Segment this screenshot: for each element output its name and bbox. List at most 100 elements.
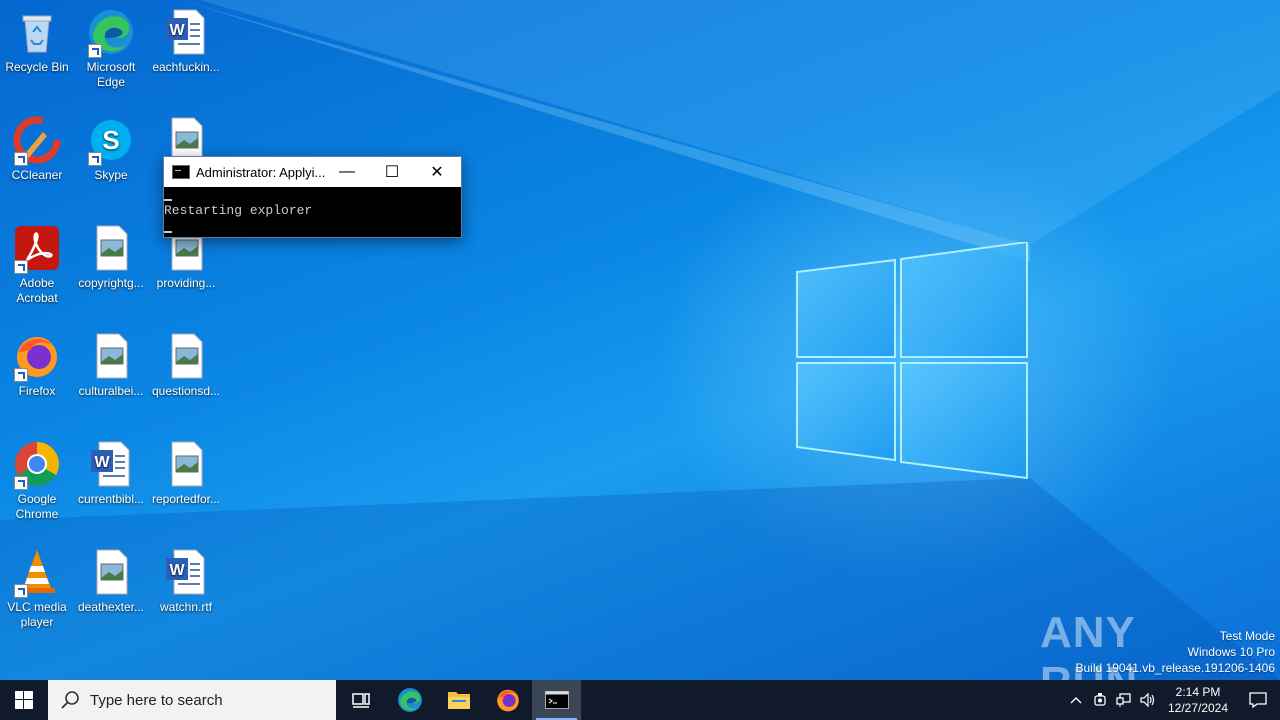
icon-label: reportedfor... <box>151 492 221 506</box>
windows-watermark: Test Mode Windows 10 Pro Build 19041.vb_… <box>1076 628 1276 676</box>
desktop-icon-firefox[interactable]: Firefox <box>0 332 74 399</box>
taskbar-cmd[interactable] <box>532 680 581 720</box>
windows-logo-wallpaper <box>796 242 1028 480</box>
shortcut-arrow-icon <box>14 584 28 598</box>
desktop-icon-adobe-acrobat[interactable]: Adobe Acrobat <box>0 224 74 306</box>
task-view-button[interactable] <box>336 680 385 720</box>
desktop-icon-vlc[interactable]: VLC media player <box>0 548 74 630</box>
clock-time: 2:14 PM <box>1175 685 1221 699</box>
watermark-test-mode: Test Mode <box>1219 629 1275 643</box>
console-cursor <box>164 199 172 201</box>
shortcut-arrow-icon <box>14 152 28 166</box>
shortcut-arrow-icon <box>14 476 28 490</box>
close-button[interactable]: ✕ <box>414 157 460 187</box>
image-file-icon <box>162 440 210 488</box>
icon-label: questionsd... <box>151 384 221 398</box>
windows-start-icon <box>15 691 33 709</box>
tray-app-icon <box>1094 693 1106 706</box>
desktop-icon-image-file[interactable]: copyrightg... <box>74 224 148 291</box>
icon-label: watchn.rtf <box>159 600 213 614</box>
console-icon <box>544 691 569 709</box>
search-placeholder: Type here to search <box>90 691 223 709</box>
image-file-icon <box>87 332 135 380</box>
edge-icon <box>87 8 135 58</box>
shortcut-arrow-icon <box>88 44 102 58</box>
svg-text:W: W <box>169 22 185 39</box>
recycle-bin-icon <box>13 8 61 56</box>
icon-label: Microsoft Edge <box>86 60 136 89</box>
icon-label: Skype <box>94 168 128 182</box>
watermark-build: Build 19041.vb_release.191206-1406 <box>1075 661 1276 675</box>
desktop-icon-image-file[interactable]: culturalbei... <box>74 332 148 399</box>
taskbar-file-explorer[interactable] <box>434 680 483 720</box>
word-document-icon: W <box>162 548 210 596</box>
taskbar-firefox[interactable] <box>483 680 532 720</box>
desktop-background: Recycle Bin CCleaner Adobe Acrobat Firef… <box>0 0 1280 680</box>
firefox-icon <box>496 689 519 712</box>
minimize-button[interactable]: — <box>324 157 370 187</box>
notification-icon <box>1249 692 1267 708</box>
cmd-titlebar[interactable]: Administrator: Applyi... — ☐ ✕ <box>164 157 461 187</box>
shortcut-arrow-icon <box>14 260 28 274</box>
edge-icon <box>397 688 422 712</box>
cmd-console-output[interactable]: Restarting explorer <box>164 187 461 235</box>
system-tray: 2:14 PM 12/27/2024 <box>1064 680 1280 720</box>
desktop-icon-word-document[interactable]: W currentbibl... <box>74 440 148 507</box>
desktop-icon-skype[interactable]: S Skype <box>74 116 148 183</box>
desktop-icon-word-document[interactable]: W eachfuckin... <box>149 8 223 75</box>
desktop-icon-image-file[interactable]: reportedfor... <box>149 440 223 507</box>
icon-label: Google Chrome <box>15 492 59 521</box>
cmd-window-title: Administrator: Applyi... <box>196 164 326 180</box>
icon-label: providing... <box>156 276 216 290</box>
watermark-edition: Windows 10 Pro <box>1187 645 1275 659</box>
taskbar-clock[interactable]: 2:14 PM 12/27/2024 <box>1160 684 1236 716</box>
cmd-window[interactable]: Administrator: Applyi... — ☐ ✕ Restartin… <box>163 156 462 238</box>
network-button[interactable] <box>1112 680 1136 720</box>
console-line: Restarting explorer <box>164 203 313 218</box>
image-file-icon <box>162 332 210 380</box>
taskbar: Type here to search 2:14 PM 12/27/2024 <box>0 680 1280 720</box>
task-view-icon <box>351 693 370 708</box>
console-cursor <box>164 231 172 233</box>
icon-label: eachfuckin... <box>152 60 220 74</box>
icon-label: culturalbei... <box>78 384 144 398</box>
desktop-icon-word-document[interactable]: W watchn.rtf <box>149 548 223 615</box>
start-button[interactable] <box>0 680 48 720</box>
desktop-icon-google-chrome[interactable]: Google Chrome <box>0 440 74 522</box>
taskbar-edge[interactable] <box>385 680 434 720</box>
icon-label: VLC media player <box>7 600 67 629</box>
console-icon <box>172 165 190 179</box>
svg-text:W: W <box>169 562 185 579</box>
svg-text:S: S <box>102 125 119 155</box>
taskbar-search-box[interactable]: Type here to search <box>48 680 336 720</box>
action-center-button[interactable] <box>1236 680 1280 720</box>
network-icon <box>1116 693 1131 707</box>
image-file-icon <box>87 548 135 596</box>
image-file-icon <box>87 224 135 272</box>
word-document-icon: W <box>87 440 135 488</box>
desktop-icon-image-file[interactable]: questionsd... <box>149 332 223 399</box>
volume-icon <box>1140 692 1155 708</box>
icon-label: Firefox <box>18 384 56 398</box>
folder-icon <box>447 692 470 709</box>
clock-date: 12/27/2024 <box>1167 701 1229 715</box>
icon-label: Recycle Bin <box>5 60 69 74</box>
chevron-up-icon <box>1070 697 1082 704</box>
show-hidden-icons-button[interactable] <box>1064 680 1088 720</box>
icon-label: currentbibl... <box>77 492 145 506</box>
desktop-icon-microsoft-edge[interactable]: Microsoft Edge <box>74 8 148 90</box>
svg-text:W: W <box>94 454 110 471</box>
tray-app-button[interactable] <box>1088 680 1112 720</box>
desktop-icon-recycle-bin[interactable]: Recycle Bin <box>0 8 74 75</box>
shortcut-arrow-icon <box>14 368 28 382</box>
icon-label: Adobe Acrobat <box>16 276 58 305</box>
search-icon <box>61 691 79 709</box>
chrome-icon <box>13 440 61 490</box>
desktop-icon-image-file[interactable]: deathexter... <box>74 548 148 615</box>
icon-label: copyrightg... <box>78 276 144 290</box>
desktop-icon-ccleaner[interactable]: CCleaner <box>0 116 74 183</box>
icon-label: CCleaner <box>11 168 63 182</box>
volume-button[interactable] <box>1136 680 1160 720</box>
shortcut-arrow-icon <box>88 152 102 166</box>
maximize-button[interactable]: ☐ <box>369 157 415 187</box>
